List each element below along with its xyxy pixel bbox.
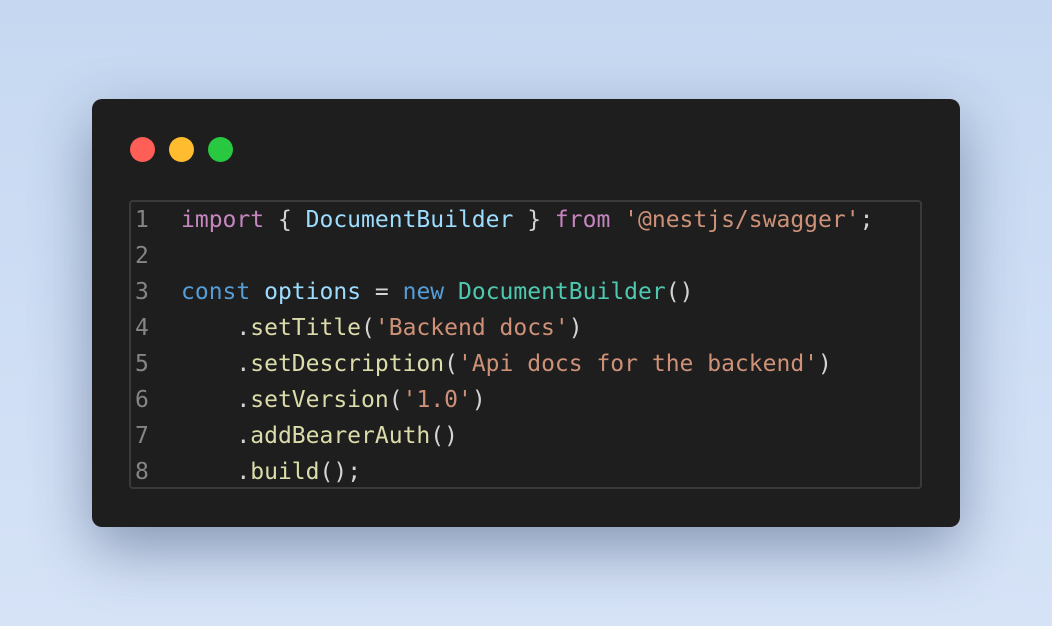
code-token: . [181,351,251,377]
maximize-button[interactable] [208,137,233,162]
code-text: .setDescription('Api docs for the backen… [181,346,832,382]
code-text: import { DocumentBuilder } from '@nestjs… [181,202,873,238]
code-token: DocumentBuilder [458,279,666,305]
minimize-button[interactable] [169,137,194,162]
code-token: ) [471,387,486,413]
code-text: .addBearerAuth() [181,418,458,454]
code-text: const options = new DocumentBuilder() [181,274,693,310]
code-token: const [181,279,251,305]
code-token: '1.0' [402,387,472,413]
code-editor[interactable]: 1 import { DocumentBuilder } from '@nestj… [129,200,922,489]
code-token: 'Backend docs' [374,315,569,341]
code-token: options [264,279,362,305]
code-token: import [181,207,265,233]
code-token: () [430,423,458,449]
code-token: } [513,207,555,233]
code-token: '@nestjs/swagger' [624,207,860,233]
code-token: build [250,459,320,485]
code-token: . [181,315,251,341]
line-number: 4 [135,315,149,341]
code-token: ) [818,351,832,377]
line-number: 5 [135,351,149,377]
line-number: 1 [135,207,149,233]
code-token: addBearerAuth [250,423,431,449]
code-token: setVersion [250,387,389,413]
line-number: 6 [135,387,149,413]
line-number: 7 [135,423,149,449]
window-controls [130,137,233,162]
code-token: DocumentBuilder [305,207,514,233]
code-token: setTitle [250,315,362,341]
code-token: ( [361,315,375,341]
code-token: setDescription [250,351,445,377]
code-token: . [181,423,251,449]
code-text: .build(); [181,454,361,490]
code-token: ( [388,387,403,413]
code-token: (); [319,459,362,485]
close-button[interactable] [130,137,155,162]
code-window: 1 import { DocumentBuilder } from '@nestj… [92,99,960,527]
code-token: 'Api docs for the backend' [457,351,819,377]
code-token: ; [859,207,874,233]
code-text: .setVersion('1.0') [181,382,486,418]
code-token: ( [444,351,458,377]
code-token: new [402,279,445,305]
code-token: from [554,207,611,233]
code-token: . [181,387,251,413]
code-token: = [361,279,403,305]
code-token: { [264,207,306,233]
code-token: . [181,459,251,485]
line-number: 3 [135,279,149,305]
code-text: .setTitle('Backend docs') [181,310,583,346]
code-token: ) [568,315,583,341]
line-number: 2 [135,243,149,269]
code-token: () [665,279,694,305]
line-number: 8 [135,459,149,485]
